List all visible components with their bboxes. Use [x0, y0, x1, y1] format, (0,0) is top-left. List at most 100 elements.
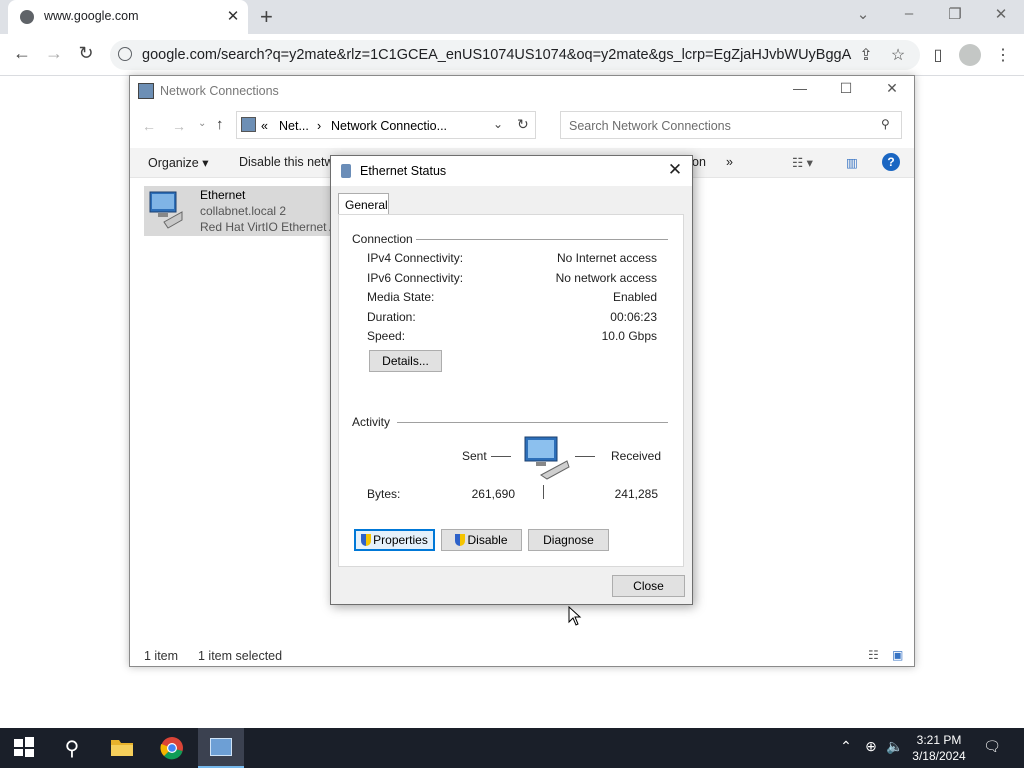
sent-line: [491, 456, 511, 457]
details-view-icon[interactable]: ☷: [868, 648, 879, 662]
uac-shield-icon: [455, 534, 466, 546]
sent-label: Sent: [462, 449, 487, 463]
breadcrumb-network-connections[interactable]: Network Connectio...: [331, 119, 447, 133]
duration-value: 00:06:23: [610, 310, 657, 324]
ipv6-value: No network access: [555, 271, 657, 285]
disable-network-command[interactable]: Disable this netw: [239, 155, 334, 169]
close-button[interactable]: Close: [612, 575, 685, 597]
back-arrow-icon[interactable]: ←: [142, 118, 156, 134]
search-input[interactable]: Search Network Connections: [569, 119, 731, 133]
ipv4-value: No Internet access: [556, 251, 657, 265]
site-info-icon[interactable]: [118, 47, 132, 61]
forward-icon[interactable]: →: [42, 43, 66, 64]
breadcrumb-net[interactable]: Net...: [279, 119, 309, 133]
back-icon[interactable]: ←: [10, 43, 34, 64]
bytes-sent-value: 261,690: [471, 487, 515, 501]
close-icon[interactable]: ✕: [663, 160, 687, 180]
chrome-icon[interactable]: [160, 736, 184, 760]
dialog-title: Ethernet Status: [360, 164, 447, 178]
network-adapter-icon: [148, 190, 184, 230]
command-partial[interactable]: on: [692, 155, 706, 169]
connection-adapter: Red Hat VirtIO Ethernet A: [200, 220, 338, 234]
mouse-cursor-icon: [568, 605, 582, 629]
connection-group-label: Connection: [352, 232, 413, 246]
minimize-icon[interactable]: –: [894, 5, 924, 22]
url-text[interactable]: google.com/search?q=y2mate&rlz=1C1GCEA_e…: [142, 47, 852, 63]
help-icon[interactable]: ?: [882, 153, 900, 171]
status-bar: 1 item 1 item selected ☷ ▣: [130, 646, 914, 666]
window-title: Network Connections: [160, 84, 279, 98]
selected-count: 1 item selected: [198, 649, 283, 663]
duration-label: Duration:: [367, 310, 416, 324]
change-view-icon[interactable]: ☷ ▾: [792, 155, 813, 170]
side-panel-icon[interactable]: ▯: [927, 45, 949, 65]
search-icon: ⚲: [881, 117, 890, 131]
network-connections-taskbar-button[interactable]: [198, 728, 244, 768]
group-divider: [416, 239, 668, 240]
general-panel: Connection IPv4 Connectivity: No Interne…: [338, 214, 684, 567]
breadcrumb-overflow[interactable]: «: [261, 119, 268, 133]
group-divider: [397, 422, 668, 423]
preview-pane-icon[interactable]: ▥: [846, 155, 858, 170]
properties-button[interactable]: Properties: [354, 529, 435, 551]
diagnose-button[interactable]: Diagnose: [528, 529, 609, 551]
received-line: [575, 456, 595, 457]
tab-title: www.google.com: [44, 9, 139, 23]
clock-date: 3/18/2024: [912, 749, 966, 763]
globe-network-icon[interactable]: ⊕: [862, 738, 880, 755]
show-hidden-icons-icon[interactable]: ⌃: [838, 738, 854, 755]
media-state-label: Media State:: [367, 290, 435, 304]
tab-general[interactable]: General: [338, 193, 389, 215]
organize-menu[interactable]: Organize ▾: [148, 155, 208, 170]
restore-icon[interactable]: ❐: [940, 5, 970, 23]
close-icon[interactable]: ✕: [872, 80, 912, 97]
volume-muted-icon[interactable]: 🔈: [886, 738, 904, 755]
speed-value: 10.0 Gbps: [601, 329, 657, 343]
search-box[interactable]: Search Network Connections ⚲: [560, 111, 902, 139]
browser-tab[interactable]: www.google.com ✕: [8, 0, 248, 34]
disable-button[interactable]: Disable: [441, 529, 522, 551]
maximize-icon[interactable]: ☐: [826, 80, 866, 97]
ethernet-connection-item[interactable]: Ethernet collabnet.local 2 Red Hat VirtI…: [144, 186, 344, 236]
refresh-icon[interactable]: ↻: [517, 116, 529, 133]
reload-icon[interactable]: ↻: [74, 43, 98, 64]
forward-arrow-icon[interactable]: →: [172, 118, 186, 134]
received-label: Received: [611, 449, 662, 463]
network-connections-icon: [210, 738, 232, 756]
large-icons-view-icon[interactable]: ▣: [892, 648, 903, 662]
network-connections-icon: [138, 83, 154, 99]
uac-shield-icon: [361, 534, 372, 546]
item-count: 1 item: [144, 649, 179, 663]
speed-label: Speed:: [367, 329, 406, 343]
menu-kebab-icon[interactable]: ⋮: [992, 45, 1014, 65]
windows-start-icon[interactable]: [12, 736, 36, 760]
bytes-label: Bytes:: [367, 487, 401, 501]
profile-avatar-icon[interactable]: [959, 44, 981, 66]
address-dropdown-icon[interactable]: ⌄: [493, 117, 503, 131]
tab-close-icon[interactable]: ✕: [224, 7, 242, 25]
network-activity-icon: [523, 435, 571, 481]
globe-icon: [20, 10, 34, 24]
clock-time: 3:21 PM: [916, 733, 962, 747]
breadcrumb-separator: ›: [317, 119, 322, 133]
ipv6-label: IPv6 Connectivity:: [367, 271, 464, 285]
connection-network: collabnet.local 2: [200, 204, 287, 218]
details-button[interactable]: Details...: [369, 350, 442, 372]
minimize-icon[interactable]: —: [780, 80, 820, 96]
notifications-icon[interactable]: 🗨: [982, 738, 1002, 755]
connection-name: Ethernet: [200, 188, 246, 202]
file-explorer-icon[interactable]: [110, 736, 134, 760]
close-window-icon[interactable]: ✕: [986, 5, 1016, 23]
dialog-titlebar: Ethernet Status ✕: [331, 156, 692, 186]
more-commands-icon[interactable]: »: [726, 155, 733, 169]
tab-search-icon[interactable]: ⌄: [848, 5, 878, 23]
search-icon[interactable]: ⚲: [60, 736, 84, 760]
up-arrow-icon[interactable]: ↑: [216, 116, 224, 133]
address-breadcrumb[interactable]: « Net... › Network Connectio... ⌄ ↻: [236, 111, 536, 139]
bytes-received-value: 241,285: [614, 487, 658, 501]
taskbar-clock[interactable]: 3:21 PM 3/18/2024: [904, 732, 974, 764]
share-icon[interactable]: ⇪: [855, 45, 877, 65]
recent-locations-icon[interactable]: ⌄: [198, 118, 206, 129]
new-tab-icon[interactable]: +: [260, 4, 273, 30]
bookmark-star-icon[interactable]: ☆: [887, 45, 909, 65]
